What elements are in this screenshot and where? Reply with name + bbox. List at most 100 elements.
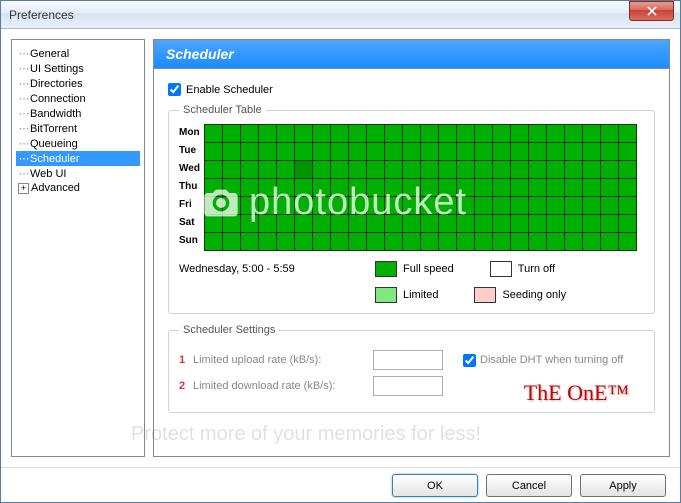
grid-cell[interactable] xyxy=(600,215,618,233)
grid-cell[interactable] xyxy=(438,179,456,197)
grid-cell[interactable] xyxy=(438,233,456,251)
cancel-button[interactable]: Cancel xyxy=(486,474,572,497)
disable-dht-checkbox[interactable] xyxy=(463,354,476,367)
grid-cell[interactable] xyxy=(492,215,510,233)
grid-cell[interactable] xyxy=(564,197,582,215)
grid-cell[interactable] xyxy=(330,197,348,215)
grid-cell[interactable] xyxy=(618,215,636,233)
grid-cell[interactable] xyxy=(564,161,582,179)
grid-cell[interactable] xyxy=(528,215,546,233)
grid-cell[interactable] xyxy=(330,161,348,179)
expand-icon[interactable]: + xyxy=(18,183,29,194)
titlebar[interactable]: Preferences xyxy=(1,1,680,29)
grid-cell[interactable] xyxy=(474,125,492,143)
grid-cell[interactable] xyxy=(546,125,564,143)
grid-cell[interactable] xyxy=(492,161,510,179)
grid-cell[interactable] xyxy=(600,143,618,161)
grid-cell[interactable] xyxy=(492,197,510,215)
grid-cell[interactable] xyxy=(510,143,528,161)
grid-cell[interactable] xyxy=(420,143,438,161)
grid-cell[interactable] xyxy=(420,179,438,197)
grid-cell[interactable] xyxy=(384,215,402,233)
grid-cell[interactable] xyxy=(240,215,258,233)
grid-cell[interactable] xyxy=(240,179,258,197)
grid-cell[interactable] xyxy=(204,179,222,197)
grid-cell[interactable] xyxy=(564,143,582,161)
grid-cell[interactable] xyxy=(492,143,510,161)
grid-cell[interactable] xyxy=(258,161,276,179)
grid-cell[interactable] xyxy=(348,125,366,143)
grid-cell[interactable] xyxy=(492,233,510,251)
grid-cell[interactable] xyxy=(294,215,312,233)
sidebar-item-web-ui[interactable]: ⋯Web UI xyxy=(16,166,140,181)
grid-cell[interactable] xyxy=(204,233,222,251)
grid-cell[interactable] xyxy=(366,215,384,233)
grid-cell[interactable] xyxy=(222,143,240,161)
grid-cell[interactable] xyxy=(240,197,258,215)
grid-cell[interactable] xyxy=(402,143,420,161)
hour-grid[interactable] xyxy=(204,124,637,251)
grid-cell[interactable] xyxy=(438,161,456,179)
enable-scheduler-checkbox[interactable] xyxy=(168,83,181,96)
sidebar-item-scheduler[interactable]: ⋯Scheduler xyxy=(16,151,140,166)
sidebar-item-bittorrent[interactable]: ⋯BitTorrent xyxy=(16,121,140,136)
grid-cell[interactable] xyxy=(312,215,330,233)
grid-cell[interactable] xyxy=(510,125,528,143)
grid-cell[interactable] xyxy=(528,161,546,179)
grid-cell[interactable] xyxy=(474,179,492,197)
ok-button[interactable]: OK xyxy=(392,474,478,497)
grid-cell[interactable] xyxy=(384,161,402,179)
grid-cell[interactable] xyxy=(600,197,618,215)
sidebar-item-ui-settings[interactable]: ⋯UI Settings xyxy=(16,61,140,76)
grid-cell[interactable] xyxy=(384,143,402,161)
grid-cell[interactable] xyxy=(222,215,240,233)
grid-cell[interactable] xyxy=(456,143,474,161)
grid-cell[interactable] xyxy=(510,161,528,179)
grid-cell[interactable] xyxy=(240,125,258,143)
grid-cell[interactable] xyxy=(276,143,294,161)
grid-cell[interactable] xyxy=(204,215,222,233)
grid-cell[interactable] xyxy=(402,125,420,143)
grid-cell[interactable] xyxy=(222,179,240,197)
grid-cell[interactable] xyxy=(582,179,600,197)
grid-cell[interactable] xyxy=(420,215,438,233)
grid-cell[interactable] xyxy=(402,233,420,251)
grid-cell[interactable] xyxy=(582,215,600,233)
grid-cell[interactable] xyxy=(330,233,348,251)
grid-cell[interactable] xyxy=(456,161,474,179)
grid-cell[interactable] xyxy=(474,161,492,179)
grid-cell[interactable] xyxy=(330,143,348,161)
grid-cell[interactable] xyxy=(384,125,402,143)
grid-cell[interactable] xyxy=(618,125,636,143)
grid-cell[interactable] xyxy=(294,233,312,251)
grid-cell[interactable] xyxy=(456,125,474,143)
grid-cell[interactable] xyxy=(258,197,276,215)
grid-cell[interactable] xyxy=(528,179,546,197)
grid-cell[interactable] xyxy=(618,233,636,251)
grid-cell[interactable] xyxy=(528,125,546,143)
grid-cell[interactable] xyxy=(456,197,474,215)
grid-cell[interactable] xyxy=(258,233,276,251)
sidebar-item-advanced[interactable]: +Advanced xyxy=(16,181,140,195)
grid-cell[interactable] xyxy=(510,215,528,233)
grid-cell[interactable] xyxy=(294,143,312,161)
grid-cell[interactable] xyxy=(402,179,420,197)
download-rate-input[interactable] xyxy=(373,376,443,396)
grid-cell[interactable] xyxy=(348,179,366,197)
grid-cell[interactable] xyxy=(600,233,618,251)
enable-scheduler-row[interactable]: Enable Scheduler xyxy=(168,83,655,96)
grid-cell[interactable] xyxy=(564,125,582,143)
grid-cell[interactable] xyxy=(276,179,294,197)
grid-cell[interactable] xyxy=(348,197,366,215)
grid-cell[interactable] xyxy=(420,233,438,251)
grid-cell[interactable] xyxy=(546,215,564,233)
grid-cell[interactable] xyxy=(582,197,600,215)
grid-cell[interactable] xyxy=(564,179,582,197)
grid-cell[interactable] xyxy=(258,143,276,161)
grid-cell[interactable] xyxy=(492,179,510,197)
grid-cell[interactable] xyxy=(582,161,600,179)
grid-cell[interactable] xyxy=(348,215,366,233)
grid-cell[interactable] xyxy=(438,215,456,233)
grid-cell[interactable] xyxy=(402,215,420,233)
grid-cell[interactable] xyxy=(312,197,330,215)
